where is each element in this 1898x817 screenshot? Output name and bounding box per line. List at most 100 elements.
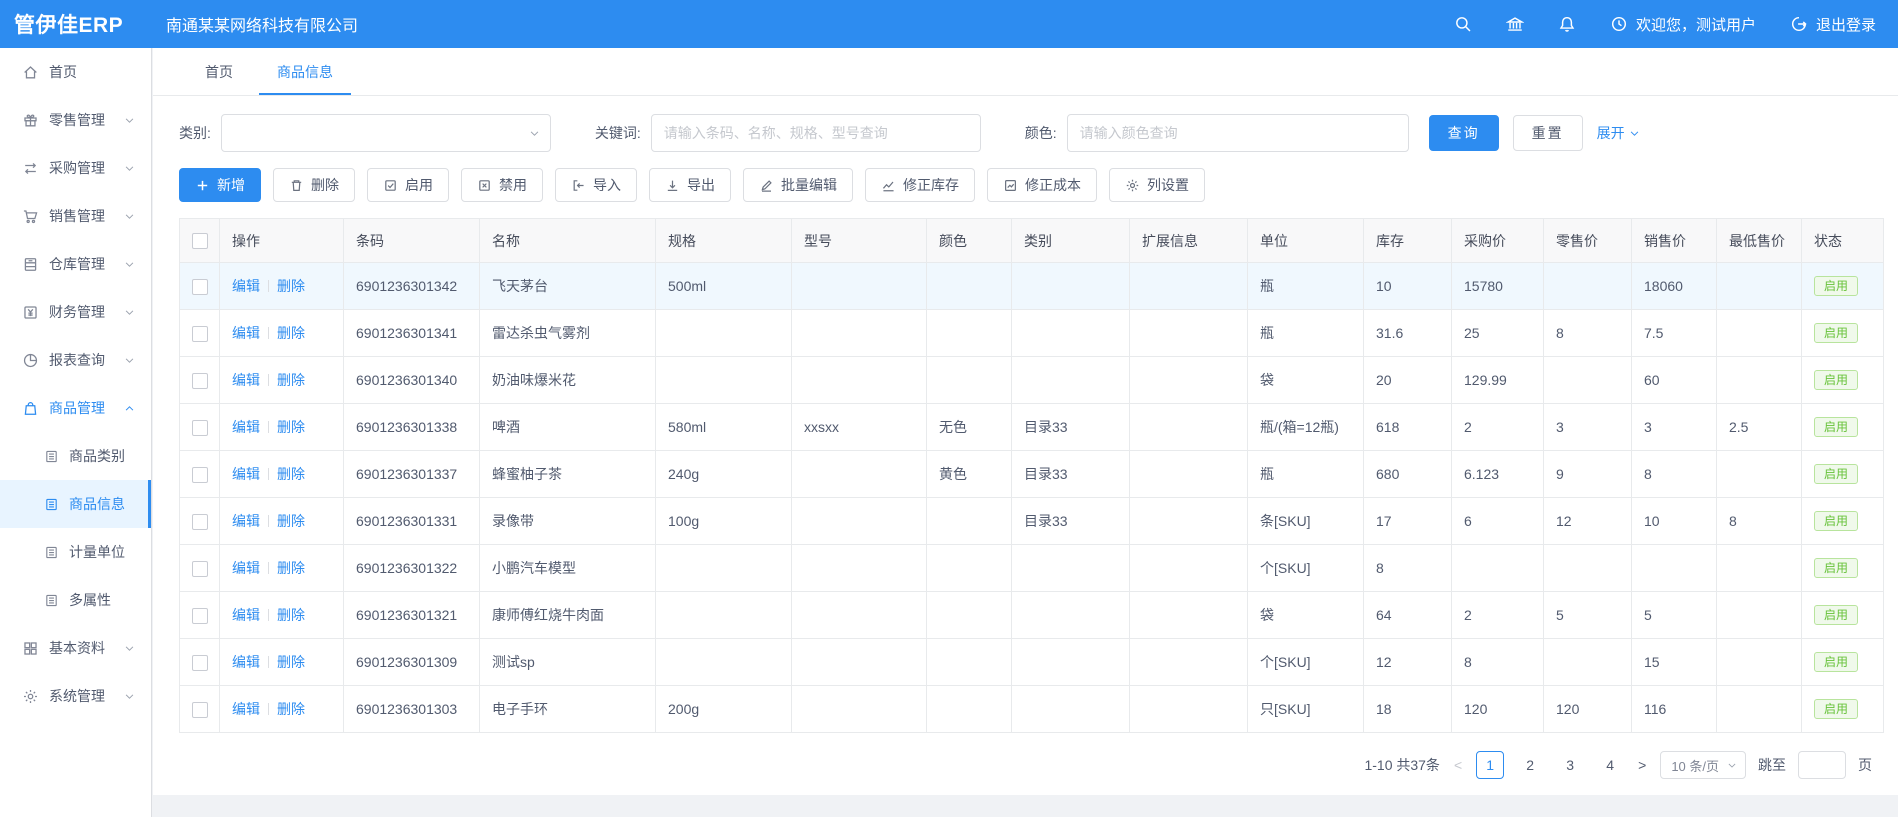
company-name: 南通某某网络科技有限公司 — [166, 12, 358, 36]
fix-cost-button[interactable]: 修正成本 — [987, 168, 1097, 202]
delete-link[interactable]: 删除 — [277, 654, 305, 670]
sidebar-item-report[interactable]: 报表查询 — [0, 336, 151, 384]
cell-ext — [1130, 310, 1248, 357]
app-logo: 管伊佳ERP — [0, 9, 152, 39]
export-button[interactable]: 导出 — [649, 168, 731, 202]
delete-link[interactable]: 删除 — [277, 466, 305, 482]
row-checkbox[interactable] — [192, 702, 208, 718]
sidebar-item-retail[interactable]: 零售管理 — [0, 96, 151, 144]
jump-page-input[interactable] — [1798, 751, 1846, 779]
row-checkbox[interactable] — [192, 467, 208, 483]
row-checkbox[interactable] — [192, 279, 208, 295]
row-checkbox[interactable] — [192, 561, 208, 577]
page-button-2[interactable]: 2 — [1516, 751, 1544, 779]
delete-link[interactable]: 删除 — [277, 513, 305, 529]
page-button-3[interactable]: 3 — [1556, 751, 1584, 779]
header-actions: 欢迎您，测试用户 退出登录 — [1454, 14, 1898, 35]
sidebar-item-purchase[interactable]: 采购管理 — [0, 144, 151, 192]
pagination-total: 1-10 共37条 — [1364, 755, 1439, 775]
search-icon[interactable] — [1454, 15, 1472, 33]
row-checkbox[interactable] — [192, 655, 208, 671]
fix-stock-button[interactable]: 修正库存 — [865, 168, 975, 202]
cell-spec: 240g — [656, 451, 792, 498]
edit-link[interactable]: 编辑 — [232, 325, 260, 341]
delete-link[interactable]: 删除 — [277, 607, 305, 623]
column-settings-button[interactable]: 列设置 — [1109, 168, 1205, 202]
row-checkbox[interactable] — [192, 373, 208, 389]
add-button[interactable]: 新增 — [179, 168, 261, 202]
sidebar-item-product[interactable]: 商品管理 — [0, 384, 151, 432]
sidebar-item-home[interactable]: 首页 — [0, 48, 151, 96]
cell-purchase-price: 8 — [1452, 639, 1544, 686]
cell-stock: 680 — [1364, 451, 1452, 498]
reset-button[interactable]: 重置 — [1513, 115, 1583, 151]
bell-icon[interactable] — [1558, 15, 1576, 33]
product-icon — [22, 400, 39, 417]
keyword-input[interactable] — [651, 114, 981, 152]
cell-retail-price: 120 — [1544, 686, 1632, 733]
cell-spec — [656, 639, 792, 686]
cell-color — [927, 639, 1012, 686]
sidebar-item-basic-data[interactable]: 基本资料 — [0, 624, 151, 672]
sidebar-subitem-multi-attribute[interactable]: 多属性 — [0, 576, 151, 624]
delete-link[interactable]: 删除 — [277, 325, 305, 341]
table-row: 编辑删除6901236301309测试sp个[SKU]12815启用 — [180, 639, 1884, 686]
sidebar-item-warehouse[interactable]: 仓库管理 — [0, 240, 151, 288]
cell-barcode: 6901236301309 — [344, 639, 480, 686]
category-select[interactable] — [221, 114, 551, 152]
row-checkbox[interactable] — [192, 514, 208, 530]
bank-icon[interactable] — [1506, 15, 1524, 33]
tab-home[interactable]: 首页 — [183, 48, 255, 95]
disable-button[interactable]: 禁用 — [461, 168, 543, 202]
select-all-checkbox[interactable] — [192, 233, 208, 249]
row-checkbox[interactable] — [192, 326, 208, 342]
edit-link[interactable]: 编辑 — [232, 560, 260, 576]
next-page-button[interactable]: > — [1636, 757, 1648, 773]
row-checkbox[interactable] — [192, 608, 208, 624]
edit-link[interactable]: 编辑 — [232, 372, 260, 388]
cell-spec — [656, 545, 792, 592]
delete-link[interactable]: 删除 — [277, 372, 305, 388]
sidebar-item-system[interactable]: 系统管理 — [0, 672, 151, 720]
doc-icon — [44, 545, 59, 560]
edit-link[interactable]: 编辑 — [232, 607, 260, 623]
delete-link[interactable]: 删除 — [277, 419, 305, 435]
sidebar-subitem-product-category[interactable]: 商品类别 — [0, 432, 151, 480]
expand-link[interactable]: 展开 — [1597, 123, 1640, 143]
enable-button[interactable]: 启用 — [367, 168, 449, 202]
column-header: 库存 — [1364, 219, 1452, 263]
cell-ext — [1130, 545, 1248, 592]
sidebar-subitem-product-info[interactable]: 商品信息 — [0, 480, 151, 528]
edit-link[interactable]: 编辑 — [232, 278, 260, 294]
prev-page-button[interactable]: < — [1452, 757, 1464, 773]
delete-link[interactable]: 删除 — [277, 701, 305, 717]
main-area: 首页商品信息 类别: 关键词: 颜色: 查询 重置 展开 — [153, 48, 1898, 817]
row-checkbox[interactable] — [192, 420, 208, 436]
edit-link[interactable]: 编辑 — [232, 654, 260, 670]
delete-button[interactable]: 删除 — [273, 168, 355, 202]
page-button-4[interactable]: 4 — [1596, 751, 1624, 779]
edit-link[interactable]: 编辑 — [232, 513, 260, 529]
cell-purchase-price: 120 — [1452, 686, 1544, 733]
delete-link[interactable]: 删除 — [277, 560, 305, 576]
edit-link[interactable]: 编辑 — [232, 701, 260, 717]
page-button-1[interactable]: 1 — [1476, 751, 1504, 779]
logout-text: 退出登录 — [1816, 14, 1876, 35]
search-button[interactable]: 查询 — [1429, 115, 1499, 151]
sidebar-item-sales[interactable]: 销售管理 — [0, 192, 151, 240]
edit-link[interactable]: 编辑 — [232, 466, 260, 482]
cell-stock: 31.6 — [1364, 310, 1452, 357]
batch-edit-button[interactable]: 批量编辑 — [743, 168, 853, 202]
sidebar-subitem-measure-unit[interactable]: 计量单位 — [0, 528, 151, 576]
cell-stock: 17 — [1364, 498, 1452, 545]
delete-link[interactable]: 删除 — [277, 278, 305, 294]
import-button[interactable]: 导入 — [555, 168, 637, 202]
logout-button[interactable]: 退出登录 — [1790, 14, 1876, 35]
page-size-select[interactable]: 10 条/页 — [1660, 751, 1746, 779]
sidebar-item-finance[interactable]: 财务管理 — [0, 288, 151, 336]
tab-product-info[interactable]: 商品信息 — [255, 48, 355, 95]
cell-sale-price: 15 — [1632, 639, 1717, 686]
chevron-down-icon — [124, 211, 135, 222]
edit-link[interactable]: 编辑 — [232, 419, 260, 435]
color-input[interactable] — [1067, 114, 1409, 152]
